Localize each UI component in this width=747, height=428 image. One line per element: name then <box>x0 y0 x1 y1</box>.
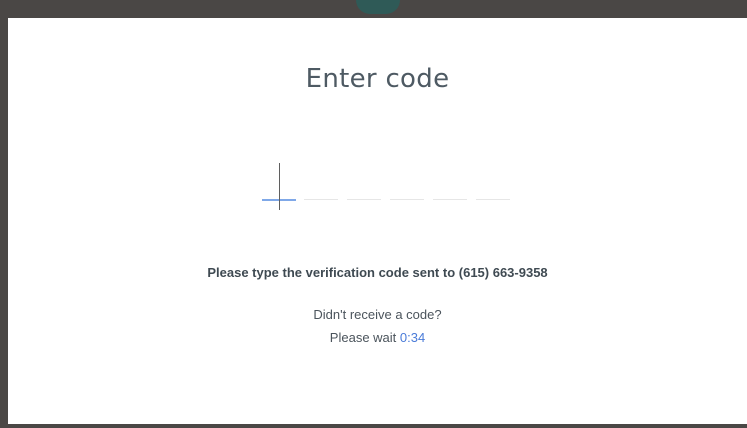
code-digit-3[interactable] <box>347 146 381 200</box>
resend-wait-text: Please wait 0:34 <box>8 330 747 345</box>
code-input-row[interactable] <box>254 146 514 202</box>
verification-dialog: Enter code Please type the verification … <box>8 18 747 424</box>
resend-question: Didn't receive a code? <box>313 307 442 322</box>
code-digit-4[interactable] <box>390 146 424 200</box>
text-caret <box>279 163 280 210</box>
verification-instruction: Please type the verification code sent t… <box>207 265 548 280</box>
top-avatar-hint <box>356 0 400 14</box>
code-digit-2[interactable] <box>304 146 338 200</box>
wait-label: Please wait <box>329 330 400 345</box>
countdown-timer: 0:34 <box>399 330 426 345</box>
code-digit-6[interactable] <box>476 146 510 200</box>
page-title: Enter code <box>305 64 450 94</box>
code-digit-5[interactable] <box>433 146 467 200</box>
